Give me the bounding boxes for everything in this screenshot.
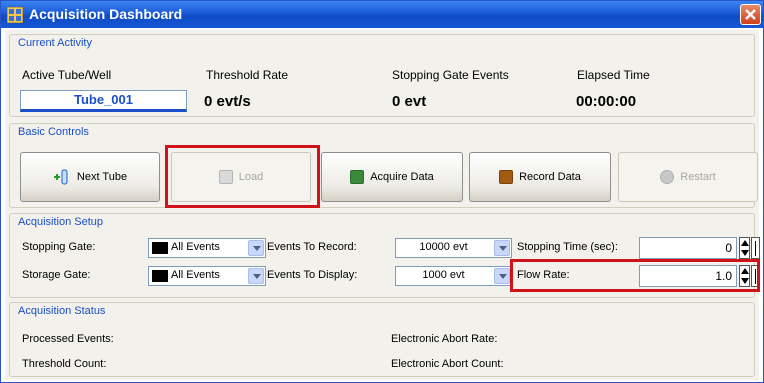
stopping-time-label: Stopping Time (sec): [517, 241, 618, 253]
electronic-abort-rate-label: Electronic Abort Rate: [391, 333, 498, 345]
gate-color-swatch [152, 270, 168, 282]
dropdown-arrow-icon[interactable] [248, 268, 264, 284]
stopping-time-spinner-alt-icon[interactable] [751, 237, 760, 259]
stopping-gate-events-value: 0 evt [392, 93, 427, 110]
storage-gate-label: Storage Gate: [22, 269, 91, 281]
restart-icon [660, 170, 675, 184]
close-icon [745, 9, 756, 20]
electronic-abort-count-label: Electronic Abort Count: [391, 358, 504, 370]
elapsed-time-label: Elapsed Time [577, 68, 650, 82]
title-bar[interactable]: Acquisition Dashboard [1, 1, 763, 28]
record-data-button[interactable]: Record Data [469, 152, 611, 202]
acquisition-dashboard-window: Acquisition Dashboard Current Activity A… [0, 0, 764, 383]
events-to-record-label: Events To Record: [267, 241, 357, 253]
next-tube-button[interactable]: Next Tube [20, 152, 160, 202]
restart-button[interactable]: Restart [618, 152, 758, 202]
events-to-record-select[interactable]: 10000 evt [395, 238, 512, 258]
window-title: Acquisition Dashboard [29, 6, 183, 22]
gate-color-swatch [152, 242, 168, 254]
stopping-gate-value: All Events [171, 241, 220, 253]
stopping-gate-select[interactable]: All Events [148, 238, 266, 258]
events-to-display-value: 1000 evt [422, 269, 465, 281]
events-to-display-select[interactable]: 1000 evt [395, 266, 512, 286]
active-tube-label: Active Tube/Well [22, 68, 112, 82]
acquisition-status-title: Acquisition Status [18, 305, 106, 317]
acquire-icon [350, 170, 365, 184]
acquire-data-label: Acquire Data [370, 171, 434, 183]
elapsed-time-value: 00:00:00 [576, 93, 637, 110]
stopping-time-field[interactable]: 0 [639, 237, 737, 259]
threshold-rate-label: Threshold Rate [206, 68, 289, 82]
storage-gate-value: All Events [171, 269, 220, 281]
app-icon [7, 7, 23, 23]
current-activity-title: Current Activity [18, 37, 92, 49]
acquire-data-button[interactable]: Acquire Data [321, 152, 463, 202]
threshold-count-label: Threshold Count: [22, 358, 107, 370]
record-icon [499, 170, 514, 184]
storage-gate-select[interactable]: All Events [148, 266, 266, 286]
threshold-rate-value: 0 evt/s [204, 93, 251, 110]
record-data-label: Record Data [519, 171, 581, 183]
basic-controls-title: Basic Controls [18, 126, 89, 138]
restart-label: Restart [680, 171, 716, 183]
stopping-gate-events-label: Stopping Gate Events [392, 68, 509, 82]
processed-events-label: Processed Events: [22, 333, 114, 345]
flow-rate-highlight-box [510, 259, 760, 292]
dropdown-arrow-icon[interactable] [494, 268, 510, 284]
dropdown-arrow-icon[interactable] [248, 240, 264, 256]
active-tube-field[interactable]: Tube_001 [20, 90, 187, 112]
acquisition-status-group: Acquisition Status [9, 302, 755, 377]
dropdown-arrow-icon[interactable] [494, 240, 510, 256]
stopping-time-spinner-icon[interactable] [739, 237, 750, 259]
events-to-display-label: Events To Display: [267, 269, 358, 281]
dashboard-content: Current Activity Active Tube/Well Thresh… [5, 30, 760, 380]
next-tube-icon [53, 169, 68, 185]
load-highlight-box [165, 145, 320, 208]
stopping-gate-label: Stopping Gate: [22, 241, 96, 253]
next-tube-label: Next Tube [76, 171, 128, 183]
close-button[interactable] [740, 4, 761, 25]
events-to-record-value: 10000 evt [419, 241, 468, 253]
acquisition-setup-title: Acquisition Setup [18, 216, 103, 228]
